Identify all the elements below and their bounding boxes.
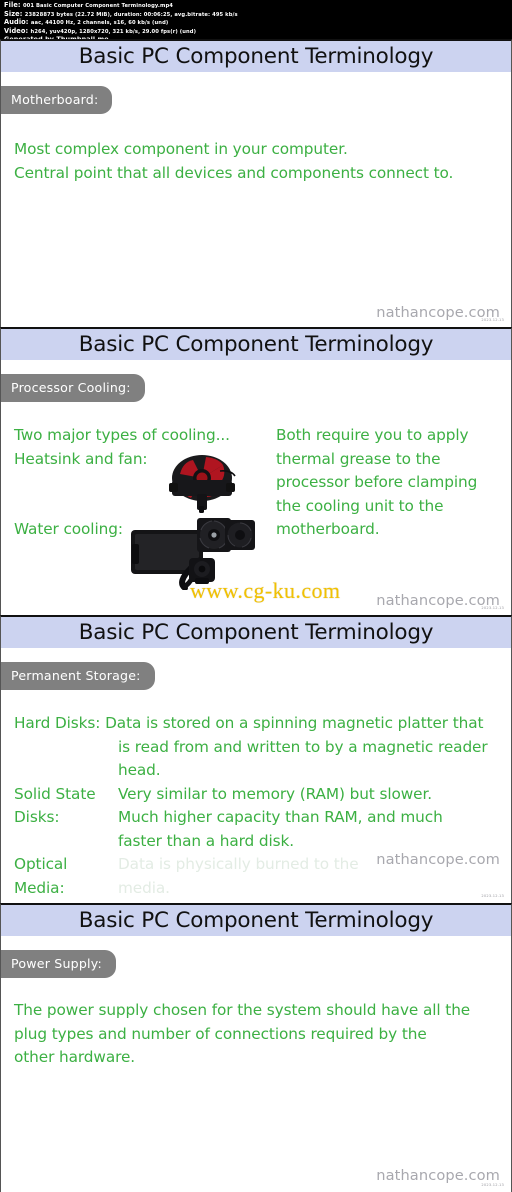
slide-2-watermark-timestamp: 2023.12.13	[481, 606, 504, 610]
media-info-size-value: 23828873 bytes (22.72 MiB), duration: 00…	[24, 11, 238, 18]
slide-1-title-bar: Basic PC Component Terminology	[1, 41, 511, 72]
slide-1-body: Most complex component in your computer.…	[14, 138, 500, 185]
slide-2-cgku-overlay-watermark: www.cg-ku.com	[190, 578, 341, 603]
slide-3-ssd-value-3: faster than a hard disk.	[118, 831, 295, 850]
slide-2-right-line-4: the cooling unit to the	[276, 496, 444, 515]
slide-1-line-1: Most complex component in your computer.	[14, 140, 348, 158]
slide-3-hard-disks-block: Hard Disks: Data is stored on a spinning…	[14, 712, 504, 783]
slide-3-hard-disks-value-3: head.	[118, 761, 161, 779]
slide-2-title-bar: Basic PC Component Terminology	[1, 329, 511, 360]
video-contact-sheet: File: 001 Basic Computer Component Termi…	[0, 0, 512, 1192]
media-info-audio-value: aac, 44100 Hz, 2 channels, s16, 60 kb/s …	[30, 20, 169, 27]
slide-2-section-label: Processor Cooling:	[1, 374, 145, 402]
slide-3-ssd-label-line-1: Solid State	[14, 784, 96, 803]
media-info-size-line: Size: 23828873 bytes (22.72 MiB), durati…	[4, 9, 508, 20]
slide-4-line-3: other hardware.	[14, 1048, 136, 1066]
slide-1-pill-wrap: Motherboard:	[1, 72, 511, 114]
slide-3-optical-label-line-1: Optical	[14, 855, 68, 873]
slide-1-section-label: Motherboard:	[1, 86, 113, 114]
slide-4-pill-wrap: Power Supply:	[1, 936, 511, 978]
cpu-heatsink-fan-photo	[169, 455, 236, 513]
slide-3-title-bar: Basic PC Component Terminology	[1, 617, 511, 648]
slide-2-right-line-5: motherboard.	[276, 520, 380, 538]
slide-3-ssd-label-line-2: Disks:	[14, 808, 60, 826]
slide-2-right-line-3: processor before clamping	[276, 473, 478, 491]
slide-3-title: Basic PC Component Terminology	[78, 620, 434, 645]
slide-2-right-column: Both require you to apply thermal grease…	[276, 424, 504, 542]
slide-4-watermark-timestamp: 2023.12.13	[481, 1183, 504, 1187]
slide-3-hard-disks-line-1: Hard Disks: Data is stored on a spinning…	[14, 712, 504, 736]
slide-3-optical-label-block: Optical Media:	[14, 853, 118, 900]
media-info-file-value: 001 Basic Computer Component Terminology…	[22, 3, 174, 9]
slide-3-ssd-label-block: Solid State Disks:	[14, 783, 118, 854]
slide-2-right-line-1: Both require you to apply	[276, 426, 469, 444]
slide-3-optical-label-line-2: Media:	[14, 878, 65, 897]
slide-2-pill-wrap: Processor Cooling:	[1, 360, 511, 402]
slide-3-optical-value-2: media.	[118, 878, 170, 897]
slide-3-hard-disks-label: Hard Disks:	[14, 714, 101, 732]
slide-3-section-label: Permanent Storage:	[1, 662, 155, 690]
media-info-video-label: Video:	[4, 26, 29, 35]
slide-4-body: The power supply chosen for the system s…	[14, 999, 498, 1070]
slide-3-hard-disks-value-2: is read from and written to by a magneti…	[118, 737, 488, 756]
table-row: Solid State Disks: Very similar to memor…	[14, 783, 504, 854]
slide-4-title: Basic PC Component Terminology	[78, 908, 434, 933]
slide-3-ssd-value-block: Very similar to memory (RAM) but slower.…	[118, 783, 504, 854]
slide-3-watermark: nathancope.com	[376, 851, 500, 868]
media-info-audio-line: Audio: aac, 44100 Hz, 2 channels, s16, 6…	[4, 18, 508, 28]
slide-3-ssd-value-1: Very similar to memory (RAM) but slower.	[118, 784, 433, 803]
slide-2-right-line-2: thermal grease to the	[276, 449, 441, 468]
media-info-header: File: 001 Basic Computer Component Termi…	[0, 0, 512, 43]
slide-3-hard-disks-value-1: Data is stored on a spinning magnetic pl…	[105, 714, 484, 732]
media-info-size-label: Size:	[4, 9, 23, 18]
slide-2-title: Basic PC Component Terminology	[78, 332, 434, 357]
media-info-video-value: h264, yuv420p, 1280x720, 321 kb/s, 29.00…	[30, 28, 197, 35]
media-info-file-label: File:	[4, 1, 21, 9]
slide-3-ssd-value-2: Much higher capacity than RAM, and much	[118, 808, 443, 826]
media-info-audio-label: Audio:	[4, 18, 29, 27]
slide-4-title-bar: Basic PC Component Terminology	[1, 905, 511, 936]
slide-2-water-cooling-label: Water cooling:	[14, 520, 123, 538]
slide-3-watermark-timestamp: 2023.12.13	[481, 894, 504, 898]
slide-4-section-label: Power Supply:	[1, 950, 116, 978]
slide-4-watermark: nathancope.com	[376, 1167, 500, 1184]
slide-2-left-line-1: Two major types of cooling...	[14, 426, 230, 444]
media-info-file-line: File: 001 Basic Computer Component Termi…	[4, 1, 508, 11]
slide-3-storage-table: Hard Disks: Data is stored on a spinning…	[14, 712, 504, 900]
table-row: Hard Disks: Data is stored on a spinning…	[14, 712, 504, 783]
slide-4-line-1: The power supply chosen for the system s…	[14, 1001, 471, 1019]
slide-1-title: Basic PC Component Terminology	[78, 44, 434, 69]
slide-1-watermark-timestamp: 2023.12.13	[481, 318, 504, 322]
slide-4-line-2: plug types and number of connections req…	[14, 1024, 427, 1043]
slide-1-line-2: Central point that all devices and compo…	[14, 163, 454, 182]
slide-3-pill-wrap: Permanent Storage:	[1, 648, 511, 690]
